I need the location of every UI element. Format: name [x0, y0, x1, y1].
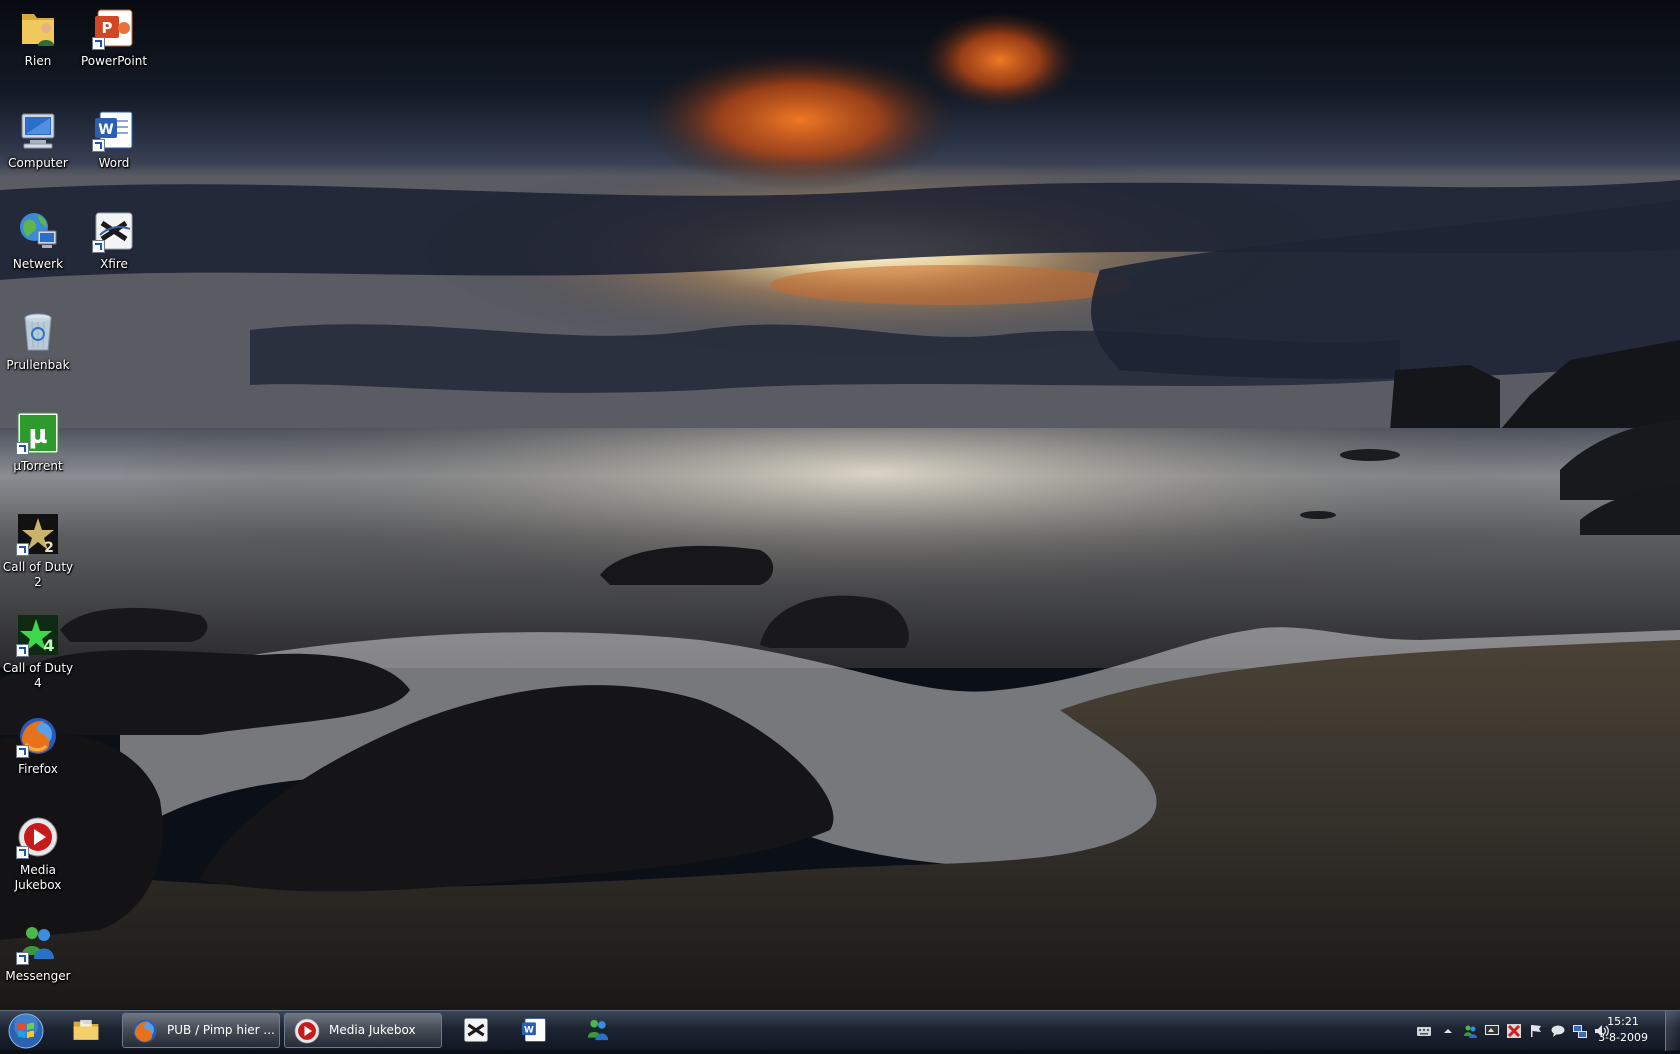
messenger-icon — [587, 1019, 609, 1041]
notification-area: 15:21 3-8-2009 — [1360, 1011, 1680, 1051]
shortcut-arrow-icon — [92, 240, 105, 253]
svg-text:W: W — [524, 1026, 534, 1036]
shortcut-arrow-icon — [16, 745, 29, 758]
system-clock[interactable]: 15:21 3-8-2009 — [1598, 1014, 1648, 1046]
user-folder-icon — [22, 14, 54, 46]
desktop-icon-label: Netwerk — [12, 257, 64, 271]
svg-text:µ: µ — [28, 420, 47, 450]
shortcut-arrow-icon — [16, 846, 29, 859]
desktop-icon-call-of-duty-4[interactable]: 4 Call of Duty 4 — [0, 613, 76, 691]
svg-text:4: 4 — [43, 636, 54, 655]
taskbar-explorer-button[interactable] — [64, 1013, 114, 1048]
taskbar-word-button[interactable]: W — [510, 1013, 560, 1048]
recycle-bin-icon — [24, 313, 52, 351]
taskbar-messenger-button[interactable] — [574, 1013, 624, 1048]
desktop-icon-computer[interactable]: Computer — [0, 108, 76, 171]
show-desktop-button[interactable] — [1665, 1011, 1680, 1051]
shortcut-arrow-icon — [16, 442, 29, 455]
desktop-icon-label: Media Jukebox — [14, 863, 62, 892]
taskbar-media-jukebox-task[interactable]: Media Jukebox — [284, 1013, 442, 1048]
desktop-icon-label: µTorrent — [13, 459, 63, 473]
desktop-icon-label: Messenger — [5, 969, 71, 983]
display-tray-icon[interactable] — [1484, 1023, 1500, 1039]
desktop-icon-label: Rien — [24, 54, 52, 68]
desktop-icon-word[interactable]: W Word — [76, 108, 152, 171]
svg-text:W: W — [98, 122, 113, 138]
desktop-icon-messenger[interactable]: Messenger — [0, 921, 76, 984]
taskbar-firefox-task[interactable]: PUB / Pimp hier ... — [122, 1013, 280, 1048]
desktop-icon-label: Firefox — [18, 762, 58, 776]
task-label: Media Jukebox — [329, 1023, 416, 1037]
desktop-icon-call-of-duty-2[interactable]: 2 Call of Duty 2 — [0, 512, 76, 590]
shortcut-arrow-icon — [16, 543, 29, 556]
media-jukebox-icon — [294, 1018, 320, 1044]
show-hidden-icons-icon[interactable] — [1440, 1023, 1456, 1039]
desktop-icon-label: Word — [98, 156, 130, 170]
messenger-tray-icon[interactable] — [1462, 1023, 1478, 1039]
word-icon: W — [521, 1018, 546, 1042]
desktop-wallpaper — [0, 0, 1680, 1010]
desktop-icon-xfire[interactable]: Xfire — [76, 209, 152, 272]
keyboard-icon[interactable] — [1416, 1023, 1432, 1039]
computer-icon — [21, 113, 55, 149]
network-tray-icon[interactable] — [1572, 1023, 1588, 1039]
desktop-icon-firefox[interactable]: Firefox — [0, 714, 76, 777]
desktop-icon-label: PowerPoint — [80, 54, 148, 68]
task-label: PUB / Pimp hier ... — [167, 1023, 275, 1037]
network-icon — [20, 213, 57, 248]
taskbar: PUB / Pimp hier ... Media Jukebox W 15:2… — [0, 1010, 1680, 1051]
desktop-icon-label: Call of Duty 2 — [2, 560, 74, 589]
desktop-icon-label: Prullenbak — [6, 358, 70, 372]
desktop-icon-netwerk[interactable]: Netwerk — [0, 209, 76, 272]
chat-bubble-icon[interactable] — [1550, 1023, 1566, 1039]
security-alert-icon[interactable] — [1506, 1023, 1522, 1039]
firefox-icon — [133, 1019, 157, 1043]
xfire-icon — [464, 1018, 488, 1042]
desktop-icon-label: Call of Duty 4 — [2, 661, 74, 690]
desktop-icon-label: Xfire — [100, 257, 128, 271]
taskbar-xfire-button[interactable] — [452, 1013, 502, 1048]
explorer-folder-icon — [73, 1019, 99, 1040]
svg-text:P: P — [102, 19, 113, 37]
shortcut-arrow-icon — [16, 644, 29, 657]
desktop-icon-media-jukebox[interactable]: Media Jukebox — [0, 815, 76, 893]
clock-time: 15:21 — [1607, 1015, 1639, 1028]
shortcut-arrow-icon — [92, 139, 105, 152]
action-center-flag-icon[interactable] — [1528, 1023, 1544, 1039]
windows-orb-icon — [8, 1013, 44, 1049]
desktop-icon-label: Computer — [8, 156, 68, 170]
desktop-icon-prullenbak[interactable]: Prullenbak — [0, 310, 76, 373]
desktop-icon-utorrent[interactable]: µ µTorrent — [0, 411, 76, 474]
shortcut-arrow-icon — [92, 37, 105, 50]
desktop-icons: Rien P PowerPoint Computer W Word Netwer… — [0, 0, 160, 1005]
start-button[interactable] — [4, 1012, 48, 1050]
clock-date: 3-8-2009 — [1598, 1031, 1648, 1044]
desktop-icon-rien[interactable]: Rien — [0, 6, 76, 69]
svg-text:2: 2 — [44, 540, 54, 556]
desktop-icon-powerpoint[interactable]: P PowerPoint — [76, 6, 152, 69]
shortcut-arrow-icon — [16, 952, 29, 965]
